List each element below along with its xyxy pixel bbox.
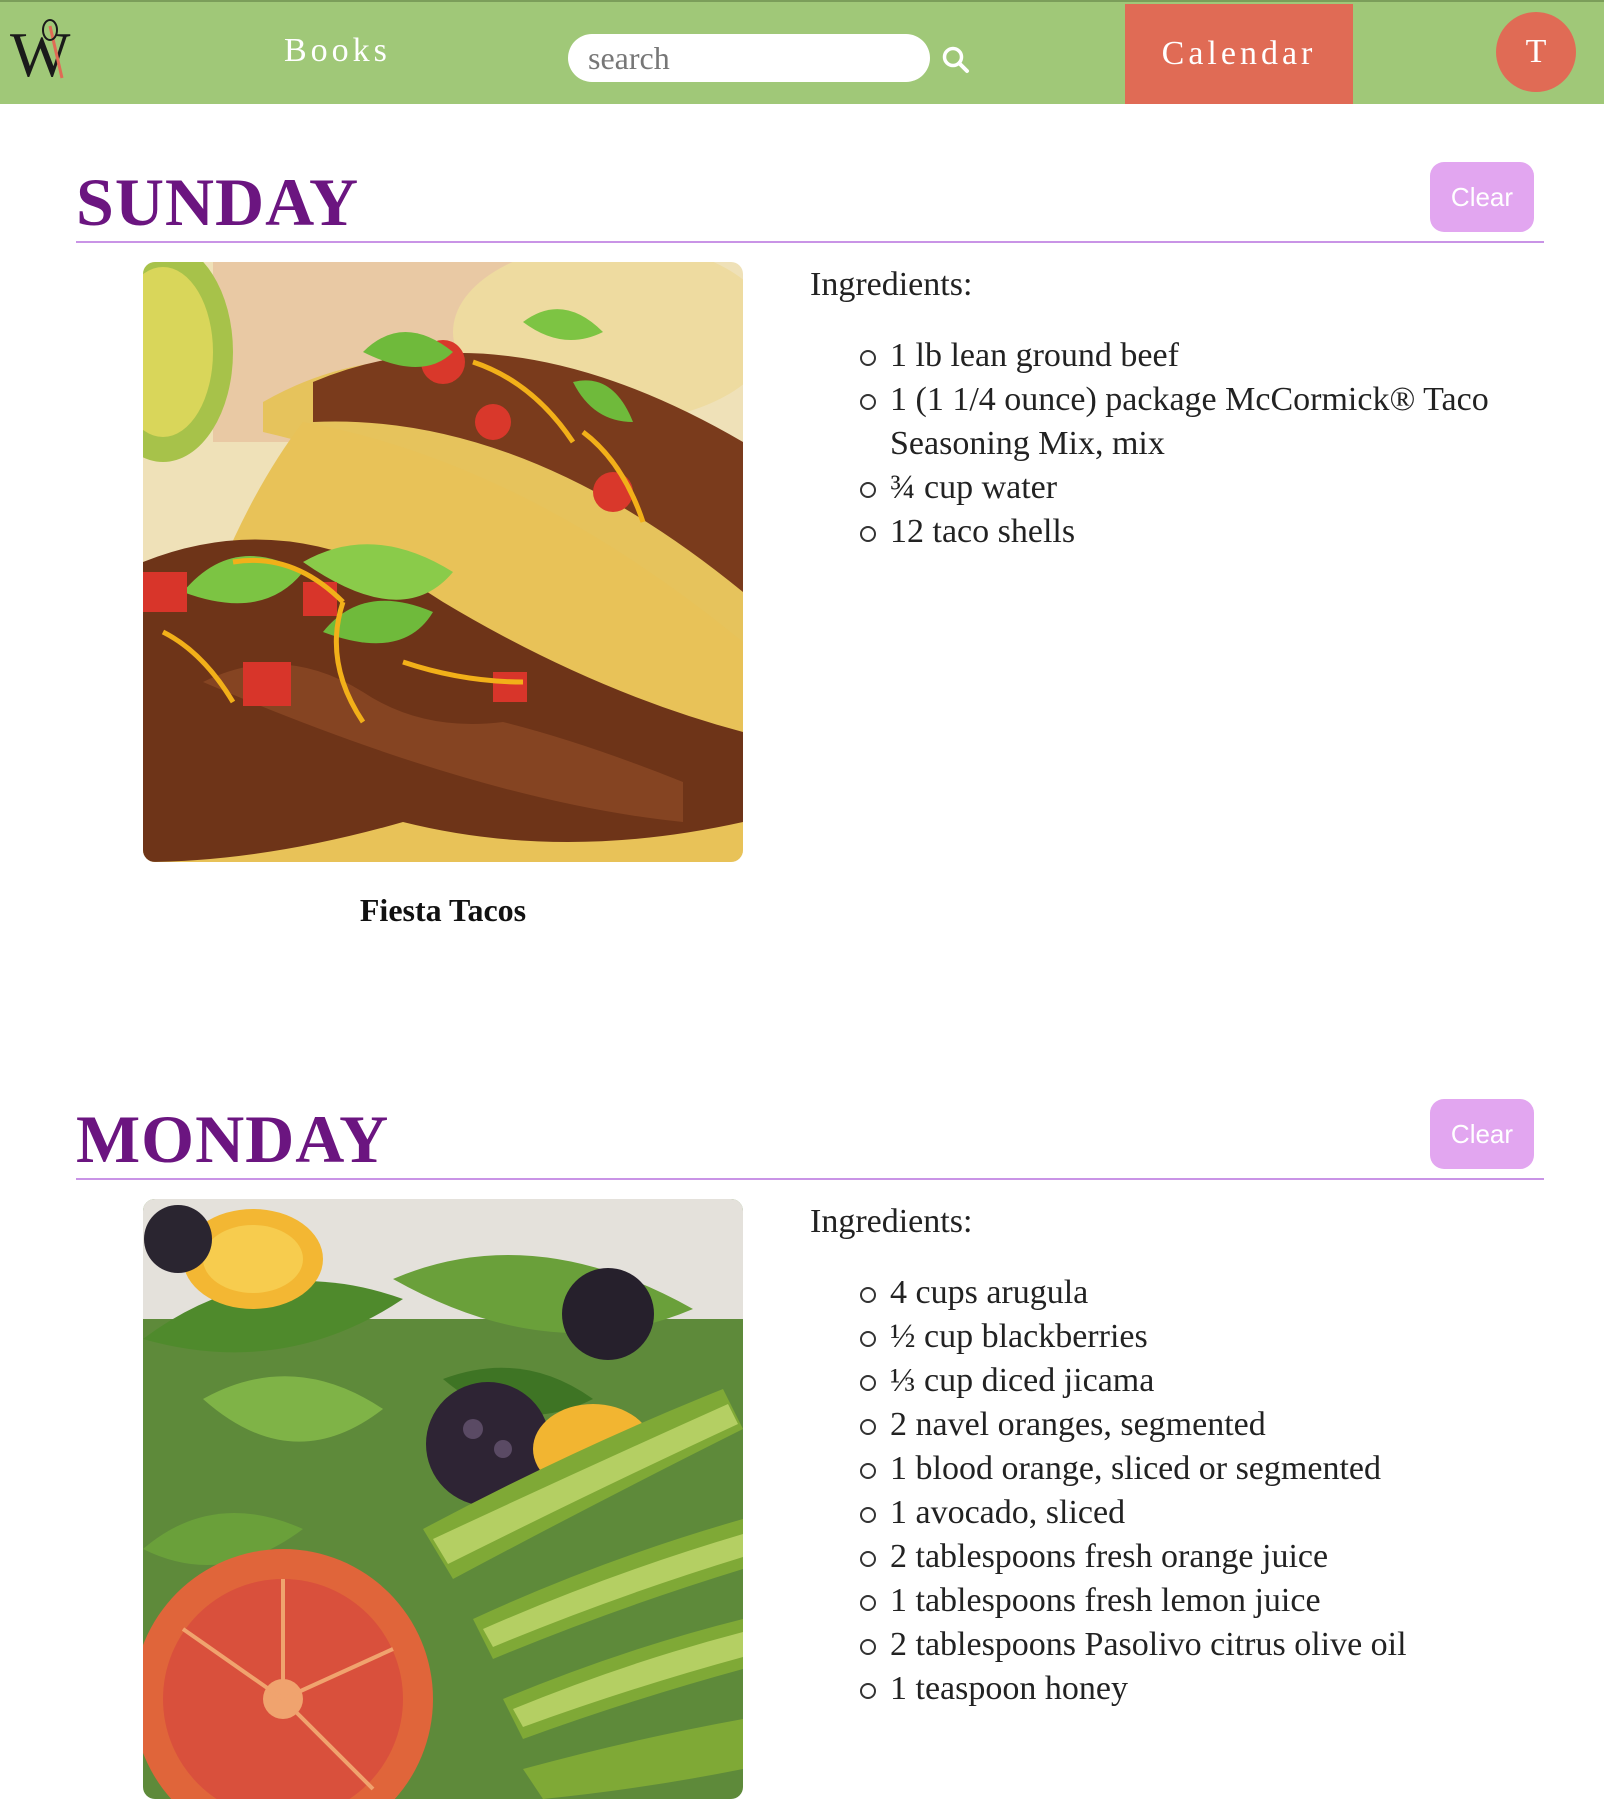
search-input[interactable] <box>586 34 916 82</box>
day-title: SUNDAY <box>76 164 360 240</box>
clear-button[interactable]: Clear <box>1430 1099 1534 1169</box>
ingredient-item: 2 navel oranges, segmented <box>860 1403 1510 1447</box>
divider <box>76 241 1544 243</box>
nav-calendar-link[interactable]: Calendar <box>1125 4 1353 104</box>
ingredient-item: 2 tablespoons Pasolivo citrus olive oil <box>860 1623 1510 1667</box>
search-box <box>568 34 930 82</box>
ingredient-item: 1 tablespoons fresh lemon juice <box>860 1579 1510 1623</box>
divider <box>76 1178 1544 1180</box>
ingredient-item: 1 (1 1/4 ounce) package McCormick® Taco … <box>860 378 1510 466</box>
ingredient-item: 1 blood orange, sliced or segmented <box>860 1447 1510 1491</box>
search-icon[interactable] <box>940 44 972 76</box>
clear-button[interactable]: Clear <box>1430 162 1534 232</box>
ingredients-heading: Ingredients: <box>810 266 973 303</box>
whisk-logo-icon[interactable]: W <box>10 16 94 86</box>
recipe-name[interactable]: Fiesta Tacos <box>143 892 743 929</box>
recipe-photo-salad[interactable] <box>143 1199 743 1799</box>
ingredients-list: 4 cups arugula ½ cup blackberries ⅓ cup … <box>860 1271 1510 1711</box>
recipe-photo-tacos[interactable] <box>143 262 743 862</box>
ingredient-item: ¾ cup water <box>860 466 1510 510</box>
ingredient-item: 4 cups arugula <box>860 1271 1510 1315</box>
ingredients-heading: Ingredients: <box>810 1203 973 1240</box>
top-navigation-bar: W Books Calendar T <box>0 0 1604 104</box>
ingredients-list: 1 lb lean ground beef 1 (1 1/4 ounce) pa… <box>860 334 1510 554</box>
ingredient-item: 1 teaspoon honey <box>860 1667 1510 1711</box>
ingredient-item: ½ cup blackberries <box>860 1315 1510 1359</box>
user-avatar[interactable]: T <box>1496 12 1576 92</box>
nav-books-link[interactable]: Books <box>284 32 391 70</box>
ingredient-item: ⅓ cup diced jicama <box>860 1359 1510 1403</box>
ingredient-item: 1 avocado, sliced <box>860 1491 1510 1535</box>
ingredient-item: 12 taco shells <box>860 510 1510 554</box>
ingredient-item: 2 tablespoons fresh orange juice <box>860 1535 1510 1579</box>
day-title: MONDAY <box>76 1101 390 1177</box>
ingredient-item: 1 lb lean ground beef <box>860 334 1510 378</box>
